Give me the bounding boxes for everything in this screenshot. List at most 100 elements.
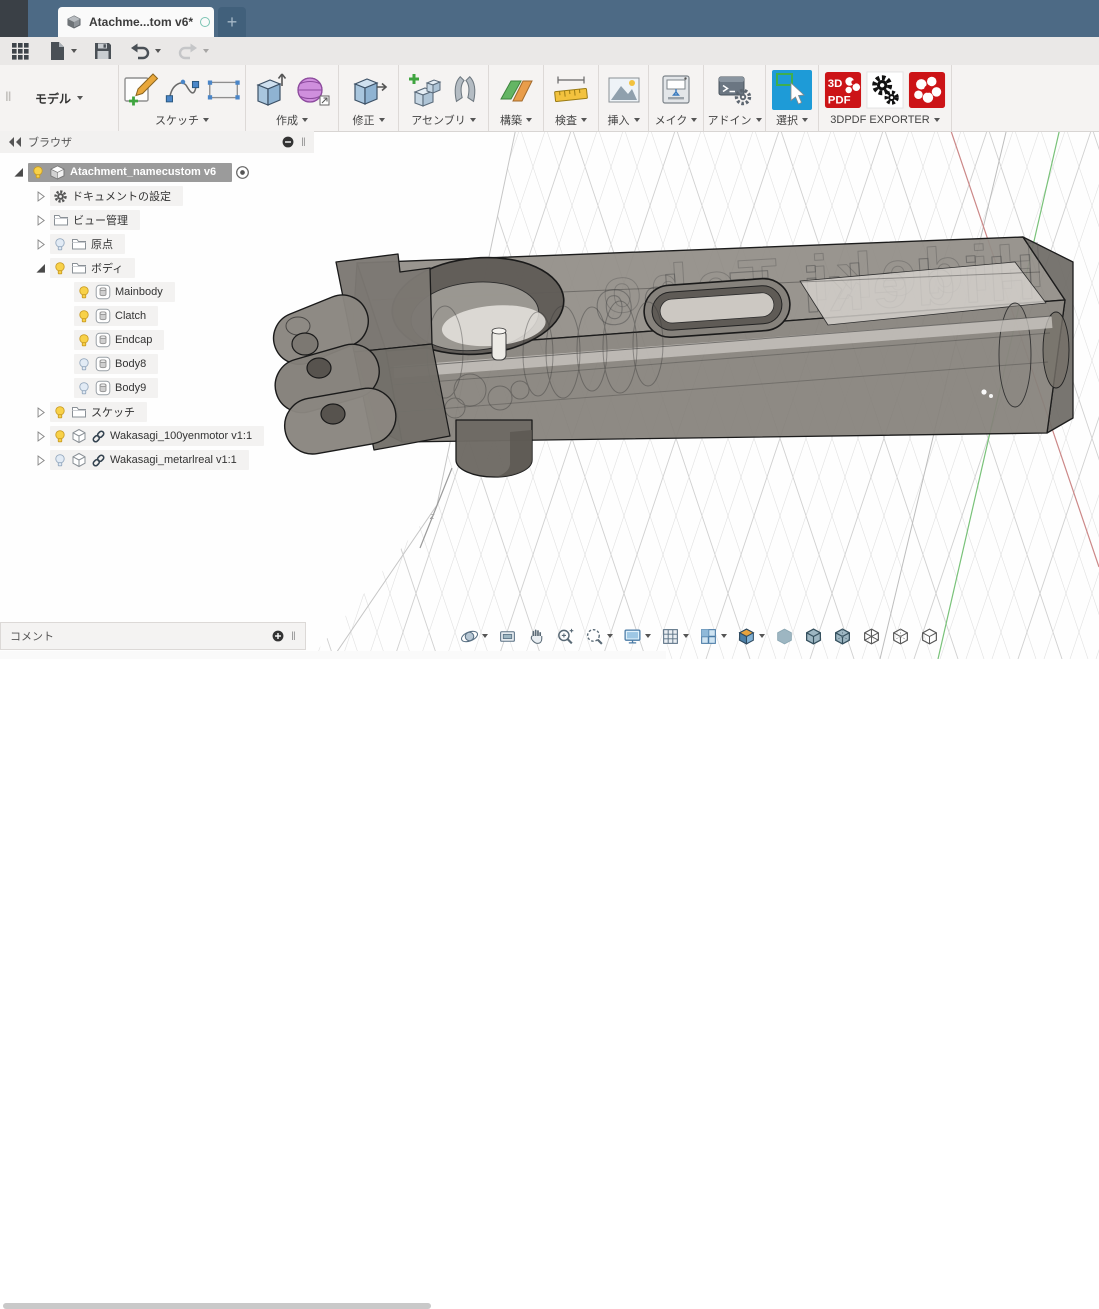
toolbar-drag-handle[interactable]: ‖	[5, 89, 12, 104]
style-wire-hidden-button[interactable]	[887, 622, 914, 650]
body-oval-slot[interactable]	[642, 277, 791, 339]
toolbar-group-label-select[interactable]: 選択	[776, 112, 808, 128]
comments-panel[interactable]: コメント ‖	[0, 622, 306, 650]
style-shaded-hidden-button[interactable]	[829, 622, 856, 650]
toolbar-group-label-sketch[interactable]: スケッチ	[155, 112, 209, 128]
document-tab[interactable]: Atachme...tom v6* ✕	[58, 7, 214, 37]
bulb-off-icon[interactable]	[77, 381, 91, 396]
undo-button[interactable]	[129, 41, 161, 61]
tree-item-label: Wakasagi_metarlreal v1:1	[110, 454, 237, 466]
tree-item-body8[interactable]: Body8	[0, 352, 314, 376]
bulb-off-icon[interactable]	[53, 237, 67, 252]
tree-item--[interactable]: 原点	[0, 232, 314, 256]
spline-button[interactable]	[162, 70, 202, 110]
zoom-window-button[interactable]	[581, 622, 617, 650]
grid-settings-button[interactable]	[657, 622, 693, 650]
app-menu-square[interactable]	[0, 0, 28, 37]
display-settings-button[interactable]	[619, 622, 655, 650]
toolbar-group-label-insert[interactable]: 挿入	[608, 112, 640, 128]
new-component-button[interactable]	[403, 70, 443, 110]
tree-item--[interactable]: ドキュメントの設定	[0, 184, 314, 208]
bulb-on-icon[interactable]	[53, 261, 67, 276]
tree-item--[interactable]: ボディ	[0, 256, 314, 280]
minimize-panel-icon[interactable]	[281, 135, 295, 149]
bulb-off-icon[interactable]	[53, 453, 67, 468]
file-button[interactable]	[47, 40, 77, 62]
bulb-on-icon[interactable]	[77, 309, 91, 324]
press-pull-button[interactable]	[349, 70, 389, 110]
expander-closed-icon[interactable]	[34, 454, 47, 467]
tree-item-mainbody[interactable]: Mainbody	[0, 280, 314, 304]
make-print-button[interactable]	[656, 70, 696, 110]
form-button[interactable]	[293, 70, 333, 110]
joint-button[interactable]	[445, 70, 485, 110]
tree-item-body9[interactable]: Body9	[0, 376, 314, 400]
measure-button[interactable]	[551, 70, 591, 110]
toolbar-group-label-make[interactable]: メイク	[655, 112, 698, 128]
redo-button[interactable]	[177, 41, 209, 61]
addin-script-button[interactable]	[715, 70, 755, 110]
panel-resize-handle[interactable]: ‖	[291, 629, 296, 643]
style-wire-button[interactable]	[916, 622, 943, 650]
bulb-off-icon[interactable]	[77, 357, 91, 372]
viewports-button[interactable]	[695, 622, 731, 650]
sketch-create-button[interactable]	[120, 70, 160, 110]
folder-icon	[71, 261, 87, 275]
expander-closed-icon[interactable]	[34, 190, 47, 203]
expander-open-icon[interactable]	[34, 262, 47, 275]
construct-plane-button[interactable]	[496, 70, 536, 110]
orbit-icon	[460, 627, 479, 646]
redo-icon	[177, 41, 199, 61]
bulb-on-icon[interactable]	[53, 429, 67, 444]
toolbar-group-label-addins[interactable]: アドイン	[708, 112, 762, 128]
toolbar-group-label-create[interactable]: 作成	[276, 112, 308, 128]
look-at-button[interactable]	[494, 622, 521, 650]
pan-button[interactable]	[523, 622, 550, 650]
panel-resize-handle[interactable]: ‖	[301, 135, 306, 149]
workspace-selector[interactable]: ‖ モデル	[0, 65, 119, 131]
expander-closed-icon[interactable]	[34, 214, 47, 227]
select-cursor-button[interactable]	[772, 70, 812, 110]
tree-item-wakasagi-metarlreal-v1-1[interactable]: Wakasagi_metarlreal v1:1	[0, 448, 314, 472]
insert-image-button[interactable]	[604, 70, 644, 110]
zoom-button[interactable]	[552, 622, 579, 650]
tree-item--[interactable]: ビュー管理	[0, 208, 314, 232]
save-button[interactable]	[93, 41, 113, 61]
tree-item-wakasagi-100yenmotor-v1-1[interactable]: Wakasagi_100yenmotor v1:1	[0, 424, 314, 448]
expander-closed-icon[interactable]	[34, 238, 47, 251]
toolbar-group-label-assembly[interactable]: アセンブリ	[411, 112, 475, 128]
tree-item--[interactable]: スケッチ	[0, 400, 314, 424]
add-comment-icon[interactable]	[271, 629, 285, 643]
toolbar-group-label-modify[interactable]: 修正	[353, 112, 385, 128]
visual-style-button[interactable]	[733, 622, 769, 650]
tree-item-clatch[interactable]: Clatch	[0, 304, 314, 328]
toolbar-group-label-exporter[interactable]: 3DPDF EXPORTER	[830, 112, 939, 128]
style-shaded-edges-button[interactable]	[800, 622, 827, 650]
new-tab-button[interactable]: +	[218, 7, 246, 37]
tetra-button[interactable]	[907, 70, 947, 110]
tree-item-atachment-namecustom-v6[interactable]: Atachment_namecustom v6	[0, 160, 314, 184]
toolbar-group-label-construct[interactable]: 構築	[500, 112, 532, 128]
expander-closed-icon[interactable]	[34, 406, 47, 419]
bulb-on-icon[interactable]	[77, 333, 91, 348]
style-wire-all-button[interactable]	[858, 622, 885, 650]
toolbar-group-label-inspect[interactable]: 検査	[555, 112, 587, 128]
rect-2pt-button[interactable]	[204, 70, 244, 110]
bulb-on-icon[interactable]	[77, 285, 91, 300]
orbit-button[interactable]	[456, 622, 492, 650]
bulb-on-icon[interactable]	[53, 405, 67, 420]
style-shaded-button[interactable]	[771, 622, 798, 650]
bottom-cylinder[interactable]	[456, 420, 532, 477]
expander-closed-icon[interactable]	[34, 430, 47, 443]
tree-item-endcap[interactable]: Endcap	[0, 328, 314, 352]
bulb-on-icon[interactable]	[31, 165, 45, 180]
expander-open-icon[interactable]	[12, 166, 25, 179]
pdf3d-button[interactable]: 3DPDF	[823, 70, 863, 110]
horizontal-scrollbar-thumb[interactable]	[3, 1303, 431, 1309]
radio-icon[interactable]	[235, 165, 250, 180]
data-panel-button[interactable]	[9, 40, 31, 62]
horizontal-scrollbar-track[interactable]	[0, 651, 666, 659]
extrude-button[interactable]	[251, 70, 291, 110]
collapse-panel-icon[interactable]	[8, 136, 22, 148]
gears-button[interactable]	[865, 70, 905, 110]
